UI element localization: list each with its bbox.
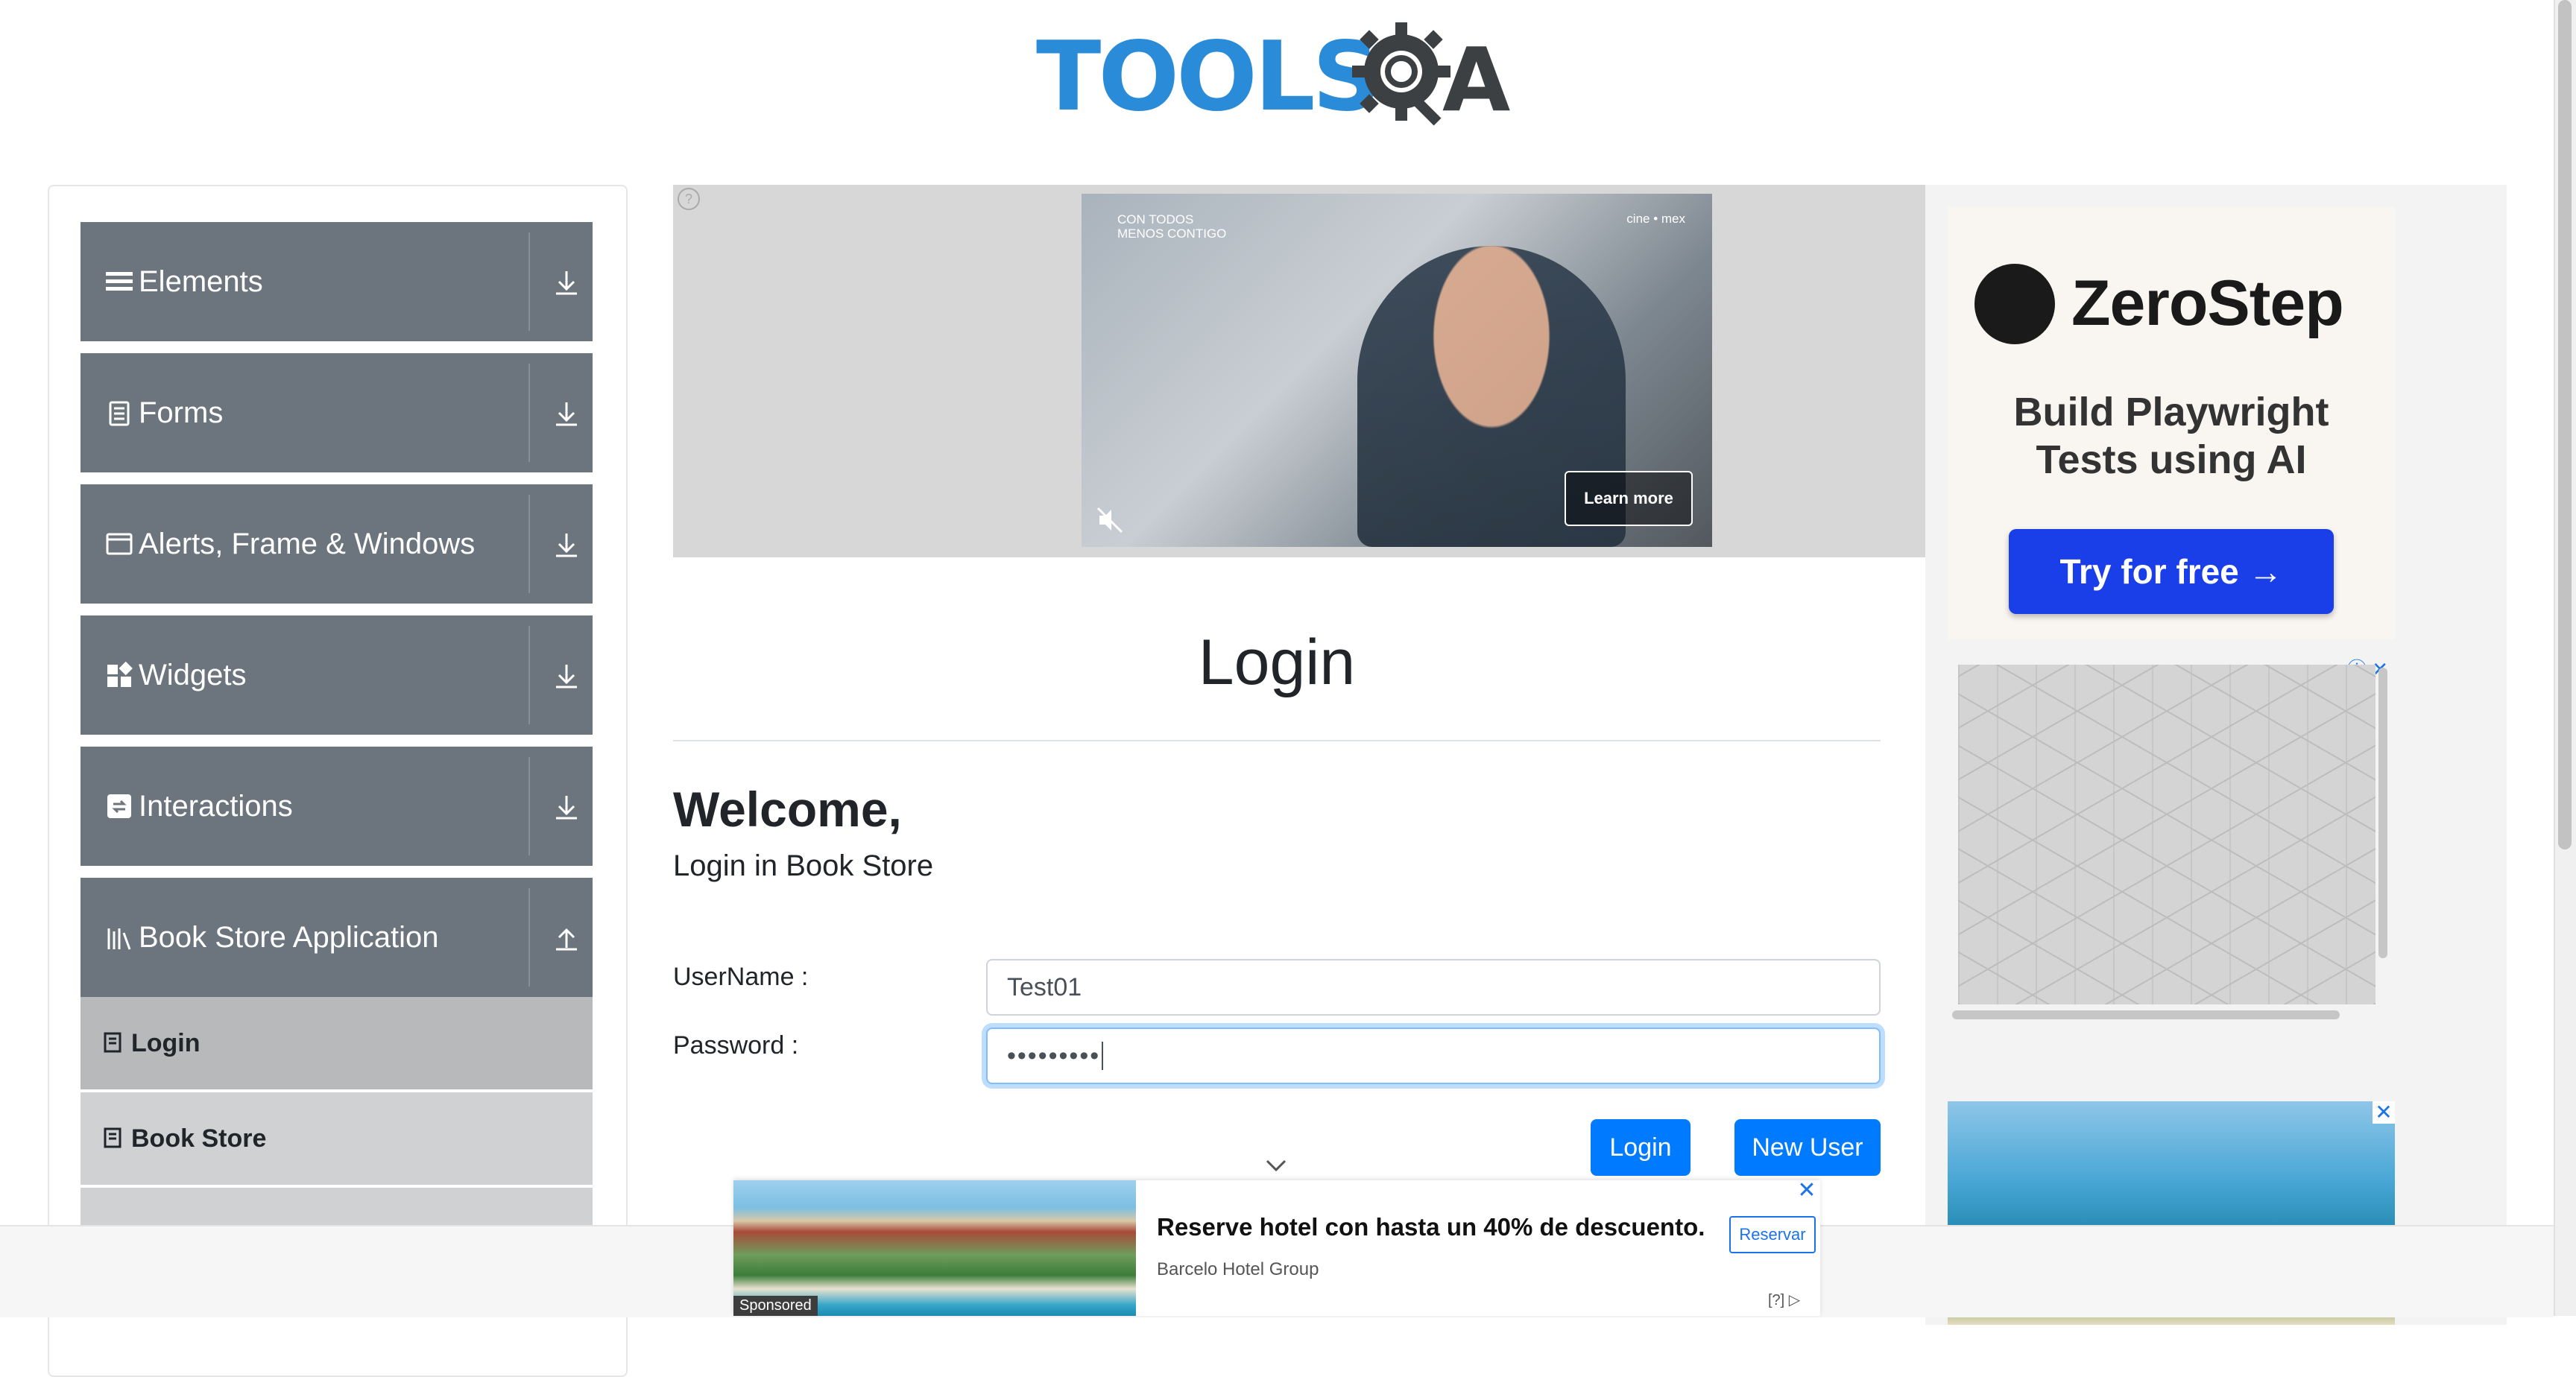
sponsored-tag: Sponsored [733, 1296, 818, 1316]
right-ad-column: ZeroStep Build Playwright Tests using AI… [1925, 185, 2507, 1325]
sidebar-group-label: Book Store Application [139, 921, 439, 954]
welcome-heading: Welcome, [673, 782, 902, 837]
page-scrollbar-thumb[interactable] [2558, 0, 2572, 849]
sidebar-item-label: Login [131, 1029, 201, 1057]
sponsored-advertiser: Barcelo Hotel Group [1157, 1259, 1319, 1279]
sidebar-group-widgets[interactable]: Widgets [80, 615, 593, 735]
arrow-down-icon [556, 665, 577, 688]
password-label: Password : [673, 1031, 799, 1060]
ad-brand: cine • mex [1626, 212, 1685, 226]
arrow-down-icon [556, 402, 577, 426]
login-subtitle: Login in Book Store [673, 849, 934, 882]
zerostep-tagline: Build Playwright Tests using AI [1948, 389, 2395, 484]
ad-scrollbar-horizontal[interactable] [1952, 1010, 2340, 1019]
arrow-down-icon [556, 796, 577, 820]
divider [528, 757, 530, 855]
book-icon [104, 1032, 121, 1053]
sidebar-group-book-store-application[interactable]: Book Store Application [80, 878, 593, 997]
menu-icon [106, 272, 133, 291]
divider [528, 888, 530, 987]
divider [528, 364, 530, 462]
mute-icon[interactable] [1095, 505, 1125, 535]
sidebar-item-label: Book Store [131, 1124, 267, 1153]
divider [528, 232, 530, 331]
new-user-button[interactable]: New User [1734, 1119, 1881, 1176]
username-label: UserName : [673, 963, 809, 991]
sidebar-group-alerts[interactable]: Alerts, Frame & Windows [80, 484, 593, 604]
login-button[interactable]: Login [1591, 1119, 1690, 1176]
close-icon[interactable]: ✕ [2373, 1101, 2395, 1124]
sidebar-item-login[interactable]: Login [80, 997, 593, 1089]
logo-text: TOOLS [1036, 22, 1381, 133]
text-cursor [1102, 1042, 1104, 1070]
password-value: ••••••••• [1007, 1042, 1101, 1070]
ad-scrollbar-vertical[interactable] [2378, 668, 2387, 958]
ad-help-icon[interactable]: ? [678, 188, 700, 210]
toolsqa-logo[interactable]: TOOLS A [1036, 19, 1521, 139]
page-title: Login [1198, 627, 1356, 698]
ad-badge-line2: MENOS CONTIGO [1117, 226, 1227, 241]
ad-badge: CON TODOS MENOS CONTIGO [1117, 212, 1227, 241]
ad-badge-line1: CON TODOS [1117, 212, 1194, 227]
username-input[interactable] [986, 959, 1881, 1016]
sidebar-group-elements[interactable]: Elements [80, 222, 593, 341]
zerostep-tagline-line2: Tests using AI [2036, 437, 2307, 482]
sidebar-group-label: Alerts, Frame & Windows [139, 528, 476, 560]
zerostep-logo-icon [1974, 264, 2055, 344]
learn-more-button[interactable]: Learn more [1565, 471, 1693, 526]
sidebar-group-label: Interactions [139, 790, 293, 823]
title-divider [673, 740, 1881, 741]
sponsored-headline: Reserve hotel con hasta un 40% de descue… [1157, 1213, 1705, 1241]
ad-info[interactable]: [?] ▷ [1768, 1291, 1800, 1309]
sidebar-item-book-store[interactable]: Book Store [80, 1092, 593, 1185]
arrow-up-icon [556, 928, 577, 951]
arrow-down-icon [556, 271, 577, 295]
arrow-down-icon [556, 534, 577, 557]
sidebar-group-label: Elements [139, 265, 263, 298]
top-video-ad[interactable]: ? CON TODOS MENOS CONTIGO cine • mex Lea… [673, 185, 1925, 557]
close-icon[interactable]: ✕ [1796, 1180, 1817, 1202]
zerostep-ad[interactable]: ZeroStep Build Playwright Tests using AI… [1948, 207, 2395, 639]
sponsored-banner[interactable]: Sponsored Reserve hotel con hasta un 40%… [733, 1180, 1820, 1316]
reservar-button[interactable]: Reservar [1729, 1216, 1816, 1253]
book-icon [104, 1127, 121, 1148]
sidebar-group-label: Widgets [139, 659, 247, 691]
ad-video[interactable]: CON TODOS MENOS CONTIGO cine • mex Learn… [1082, 194, 1712, 547]
chevron-down-icon[interactable] [1264, 1158, 1288, 1174]
ad-info-label: [?] [1768, 1292, 1785, 1308]
ad-placeholder [1958, 665, 2375, 1004]
password-input[interactable]: ••••••••• [986, 1028, 1881, 1084]
books-icon [107, 928, 131, 950]
divider [528, 626, 530, 724]
zerostep-tagline-line1: Build Playwright [2013, 390, 2329, 434]
sidebar-group-interactions[interactable]: Interactions [80, 747, 593, 866]
sidebar-group-label: Forms [139, 396, 224, 429]
interactions-icon [107, 794, 131, 818]
widgets-icon [107, 662, 133, 687]
logo-text-end: A [1442, 28, 1511, 131]
document-icon [109, 401, 130, 426]
window-icon [106, 533, 133, 555]
divider [528, 495, 530, 593]
try-for-free-button[interactable]: Try for free → [2009, 529, 2334, 614]
sidebar-group-forms[interactable]: Forms [80, 353, 593, 472]
zerostep-brand: ZeroStep [2071, 268, 2344, 339]
